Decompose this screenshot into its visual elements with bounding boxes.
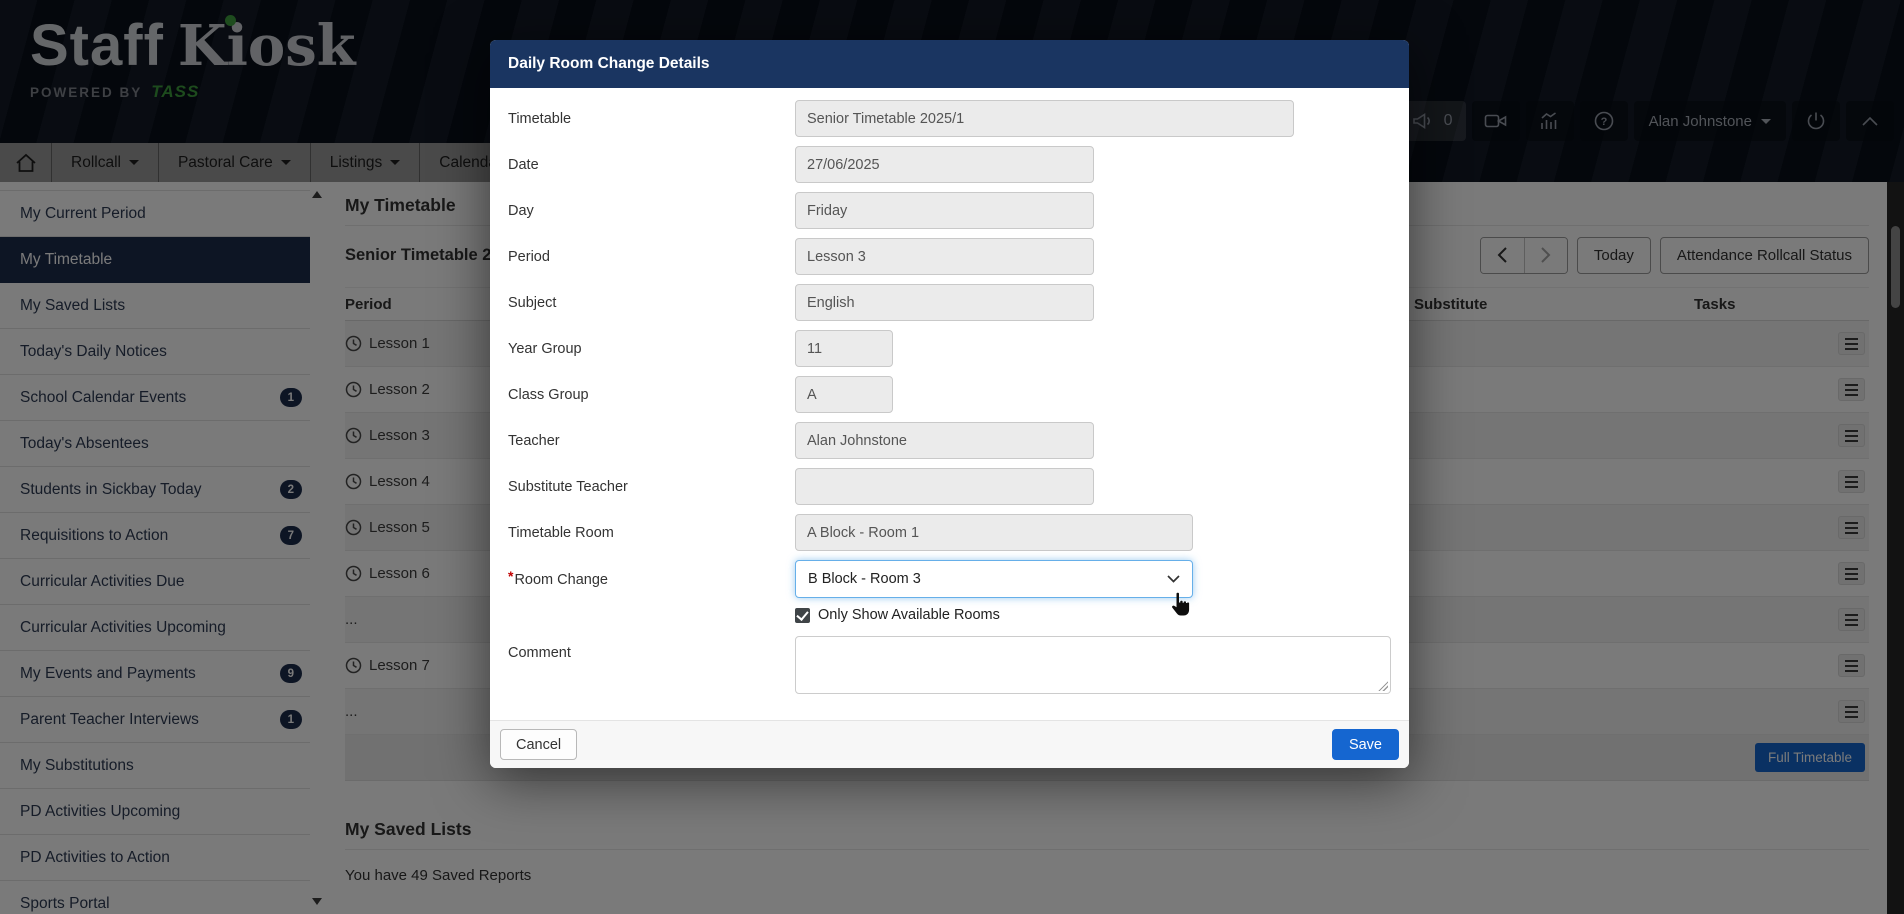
modal-field-row: Timetable Room A Block - Room 1 [508, 514, 1391, 551]
modal-field-row: Timetable Senior Timetable 2025/1 [508, 100, 1391, 137]
modal-field-row: Day Friday [508, 192, 1391, 229]
modal-field-row: Class Group A [508, 376, 1391, 413]
checkbox-label: Only Show Available Rooms [818, 607, 1000, 623]
modal-field-row: Substitute Teacher [508, 468, 1391, 505]
only-available-rooms-checkbox[interactable] [795, 608, 810, 623]
modal-field-row: Subject English [508, 284, 1391, 321]
field-label: Room Change [508, 571, 795, 588]
resize-handle-icon[interactable] [1377, 680, 1388, 691]
field-label: Subject [508, 295, 795, 311]
modal-fields: Timetable Senior Timetable 2025/1 Date 2… [508, 100, 1391, 598]
field-label: Class Group [508, 387, 795, 403]
comment-textarea[interactable] [795, 636, 1391, 694]
field-label: Teacher [508, 433, 795, 449]
field-value-input: A [795, 376, 893, 413]
field-label: Date [508, 157, 795, 173]
field-value-input: 11 [795, 330, 893, 367]
field-value-input: 27/06/2025 [795, 146, 1094, 183]
modal-field-row: Room Change B Block - Room 3 [508, 560, 1391, 598]
modal-title: Daily Room Change Details [490, 40, 1409, 88]
room-change-modal: Daily Room Change Details Timetable Seni… [490, 40, 1409, 768]
required-asterisk [508, 568, 513, 584]
field-label: Timetable Room [508, 525, 795, 541]
field-value-input: Alan Johnstone [795, 422, 1094, 459]
chevron-down-icon [1167, 575, 1180, 583]
modal-field-row: Date 27/06/2025 [508, 146, 1391, 183]
room-change-select[interactable]: B Block - Room 3 [795, 560, 1193, 598]
comment-row: Comment [508, 636, 1391, 694]
field-label: Substitute Teacher [508, 479, 795, 495]
modal-field-row: Year Group 11 [508, 330, 1391, 367]
field-label: Year Group [508, 341, 795, 357]
save-button[interactable]: Save [1332, 729, 1399, 760]
field-value-input: English [795, 284, 1094, 321]
mouse-cursor [1168, 592, 1191, 624]
available-rooms-row: Only Show Available Rooms [795, 607, 1391, 623]
modal-field-row: Teacher Alan Johnstone [508, 422, 1391, 459]
field-label: Timetable [508, 111, 795, 127]
field-value-input: Senior Timetable 2025/1 [795, 100, 1294, 137]
field-label: Period [508, 249, 795, 265]
field-value-input: Friday [795, 192, 1094, 229]
field-value-input: Lesson 3 [795, 238, 1094, 275]
field-value-input [795, 468, 1094, 505]
field-value-input: A Block - Room 1 [795, 514, 1193, 551]
comment-label: Comment [508, 636, 795, 661]
modal-field-row: Period Lesson 3 [508, 238, 1391, 275]
field-label: Day [508, 203, 795, 219]
cancel-button[interactable]: Cancel [500, 729, 577, 760]
